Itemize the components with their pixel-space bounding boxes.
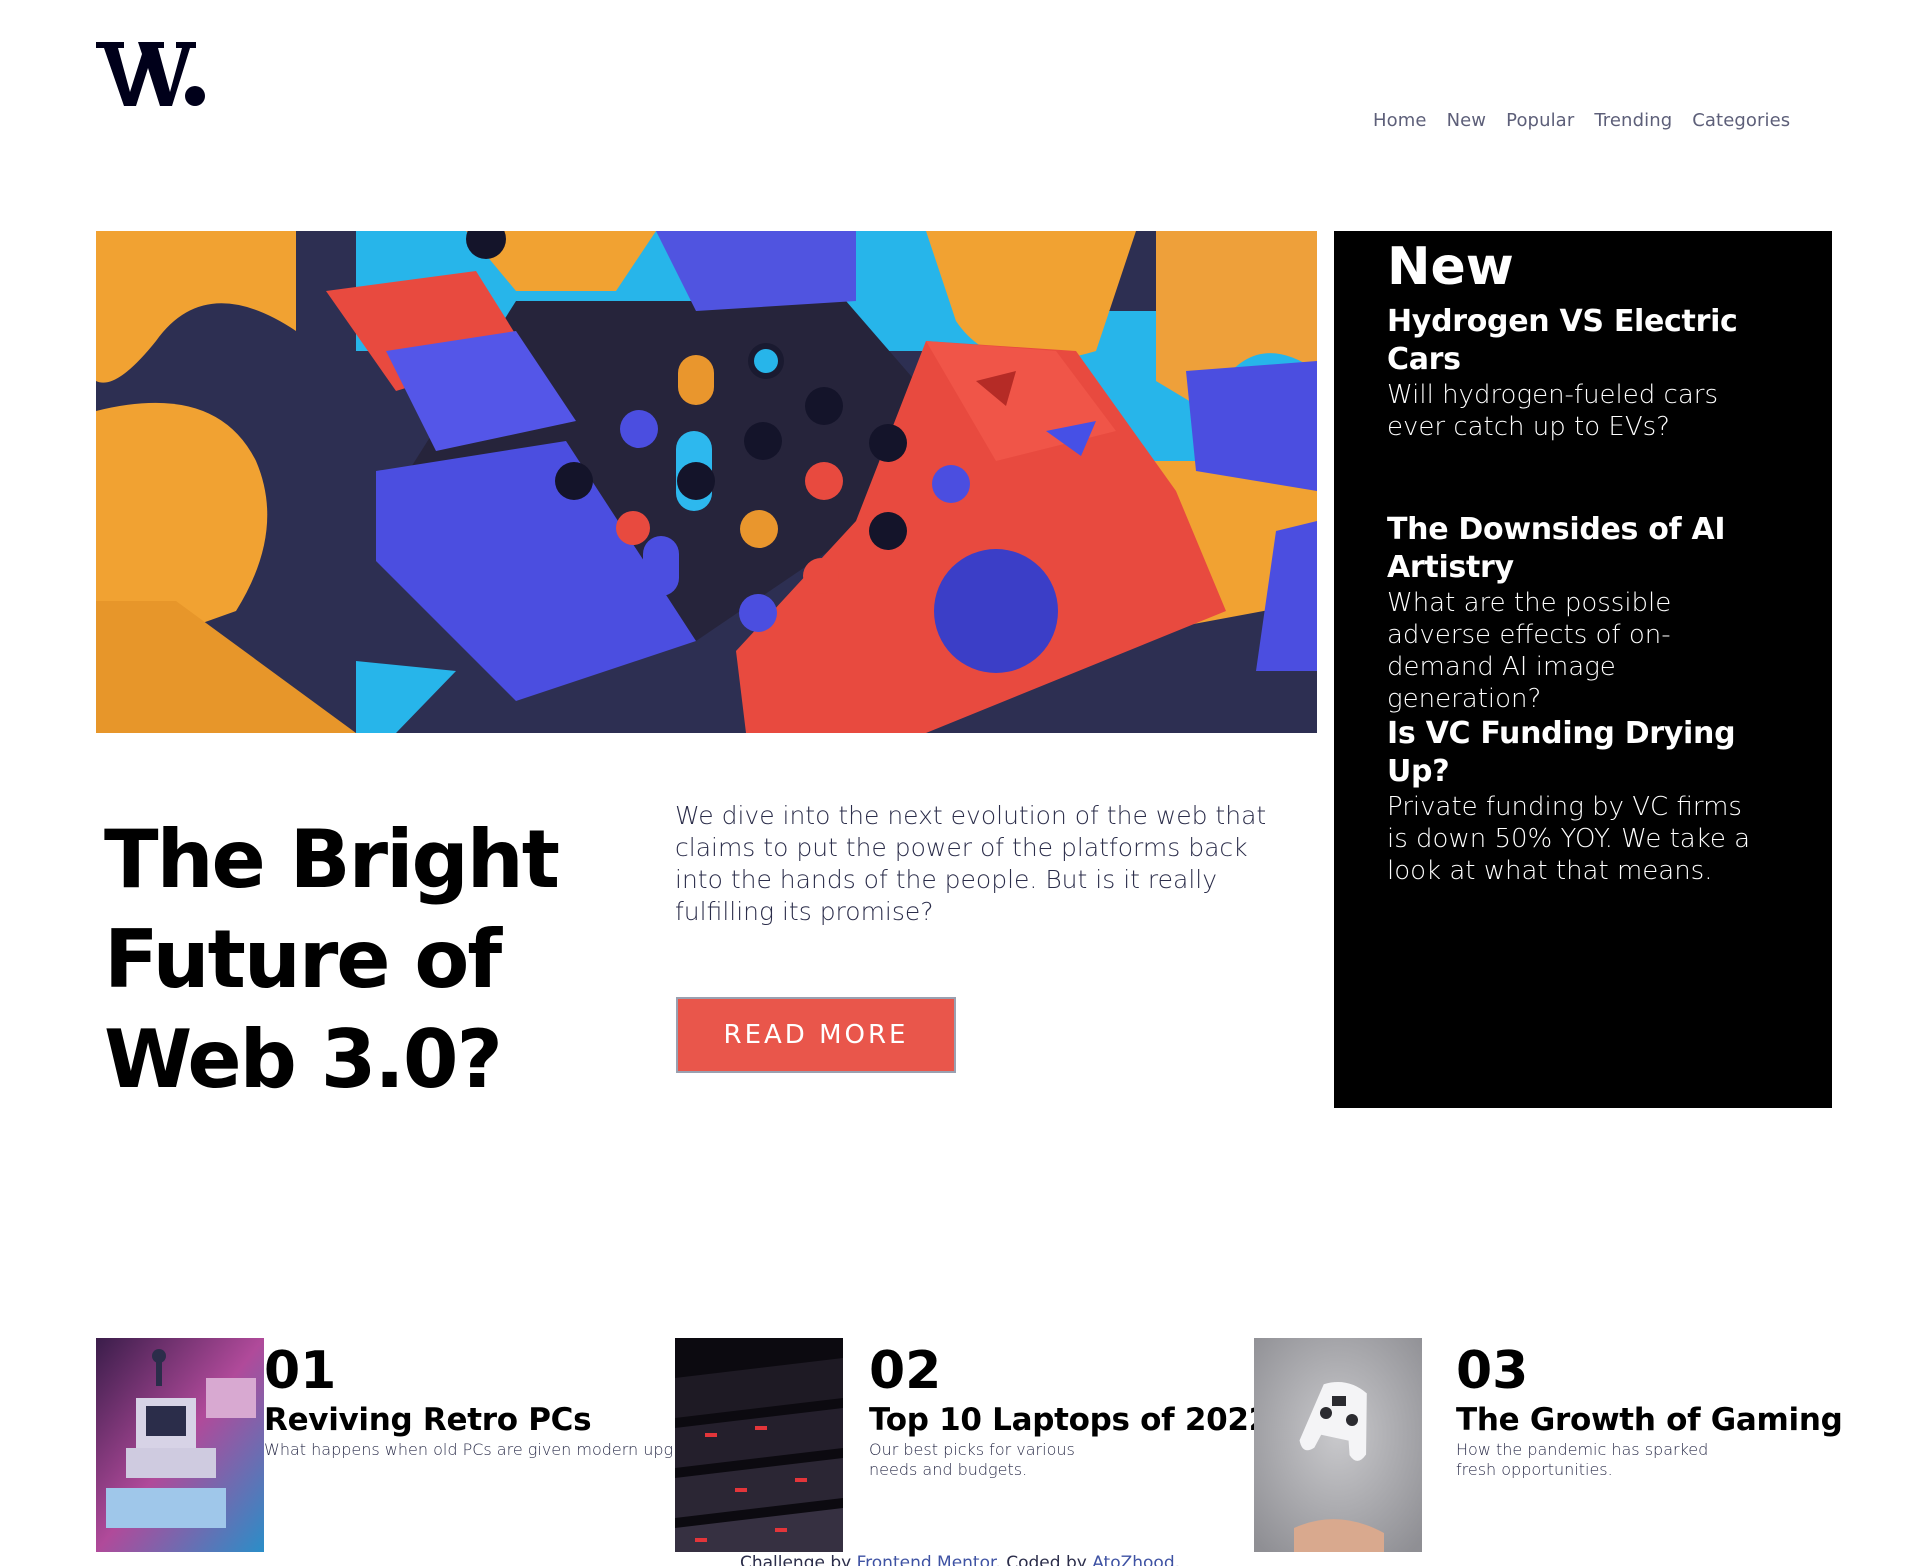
nav-popular[interactable]: Popular [1506,110,1574,131]
retro-pc-image [96,1338,264,1552]
attribution-suffix: . [1174,1553,1181,1566]
article-card-body: 02 Top 10 Laptops of 2022 Our best picks… [843,1338,1270,1552]
attribution: Challenge by Frontend Mentor. Coded by A… [0,1552,1920,1566]
game-controller-image [1254,1338,1422,1552]
new-item-text: Private funding by VC firms is down 50% … [1387,792,1751,886]
article-card[interactable]: 01 Reviving Retro PCs What happens when … [96,1338,674,1552]
card-description: What happens when old PCs are given mode… [264,1440,674,1459]
new-item-title[interactable]: Is VC Funding Drying Up? [1387,715,1767,791]
article-card[interactable]: 03 The Growth of Gaming How the pandemic… [1254,1338,1843,1552]
nav-new[interactable]: New [1447,110,1487,131]
main-nav: Home New Popular Trending Categories [1373,110,1790,131]
article-card-body: 03 The Growth of Gaming How the pandemic… [1422,1338,1843,1552]
new-item-text: Will hydrogen-fueled cars ever catch up … [1387,380,1719,442]
card-title[interactable]: The Growth of Gaming [1456,1400,1843,1440]
new-item-text: What are the possible adverse effects of… [1387,588,1672,714]
nav-home[interactable]: Home [1373,110,1427,131]
frontend-mentor-link[interactable]: Frontend Mentor [857,1553,996,1566]
laptop-keyboard-image [675,1338,843,1552]
nav-trending[interactable]: Trending [1594,110,1672,131]
author-link[interactable]: AtoZhood [1092,1553,1174,1566]
card-number: 03 [1456,1341,1529,1401]
hero-image [96,231,1317,733]
card-number: 02 [869,1341,942,1401]
card-title[interactable]: Reviving Retro PCs [264,1400,674,1440]
nav-categories[interactable]: Categories [1692,110,1790,131]
site-logo[interactable] [96,40,206,108]
attribution-prefix: Challenge by [739,1553,852,1566]
new-item[interactable]: Hydrogen VS Electric Cars Will hydrogen-… [1387,303,1767,443]
new-item-title[interactable]: The Downsides of AI Artistry [1387,511,1767,587]
attribution-middle: . Coded by [995,1553,1087,1566]
new-item-title[interactable]: Hydrogen VS Electric Cars [1387,303,1767,379]
new-panel-heading: New [1387,237,1514,297]
card-title[interactable]: Top 10 Laptops of 2022 [869,1400,1270,1440]
new-item[interactable]: The Downsides of AI Artistry What are th… [1387,511,1767,715]
card-number: 01 [264,1341,337,1401]
hero-description: We dive into the next evolution of the w… [675,801,1267,926]
new-item[interactable]: Is VC Funding Drying Up? Private funding… [1387,715,1767,887]
read-more-button[interactable]: READ MORE [676,997,956,1073]
card-description: How the pandemic has sparked fresh oppor… [1456,1440,1709,1479]
card-description: Our best picks for various needs and bud… [869,1440,1075,1479]
new-panel: New Hydrogen VS Electric Cars Will hydro… [1334,231,1832,1108]
article-card-body: 01 Reviving Retro PCs What happens when … [264,1338,674,1552]
article-card[interactable]: 02 Top 10 Laptops of 2022 Our best picks… [675,1338,1270,1552]
hero-title: The Bright Future of Web 3.0? [104,813,560,1106]
